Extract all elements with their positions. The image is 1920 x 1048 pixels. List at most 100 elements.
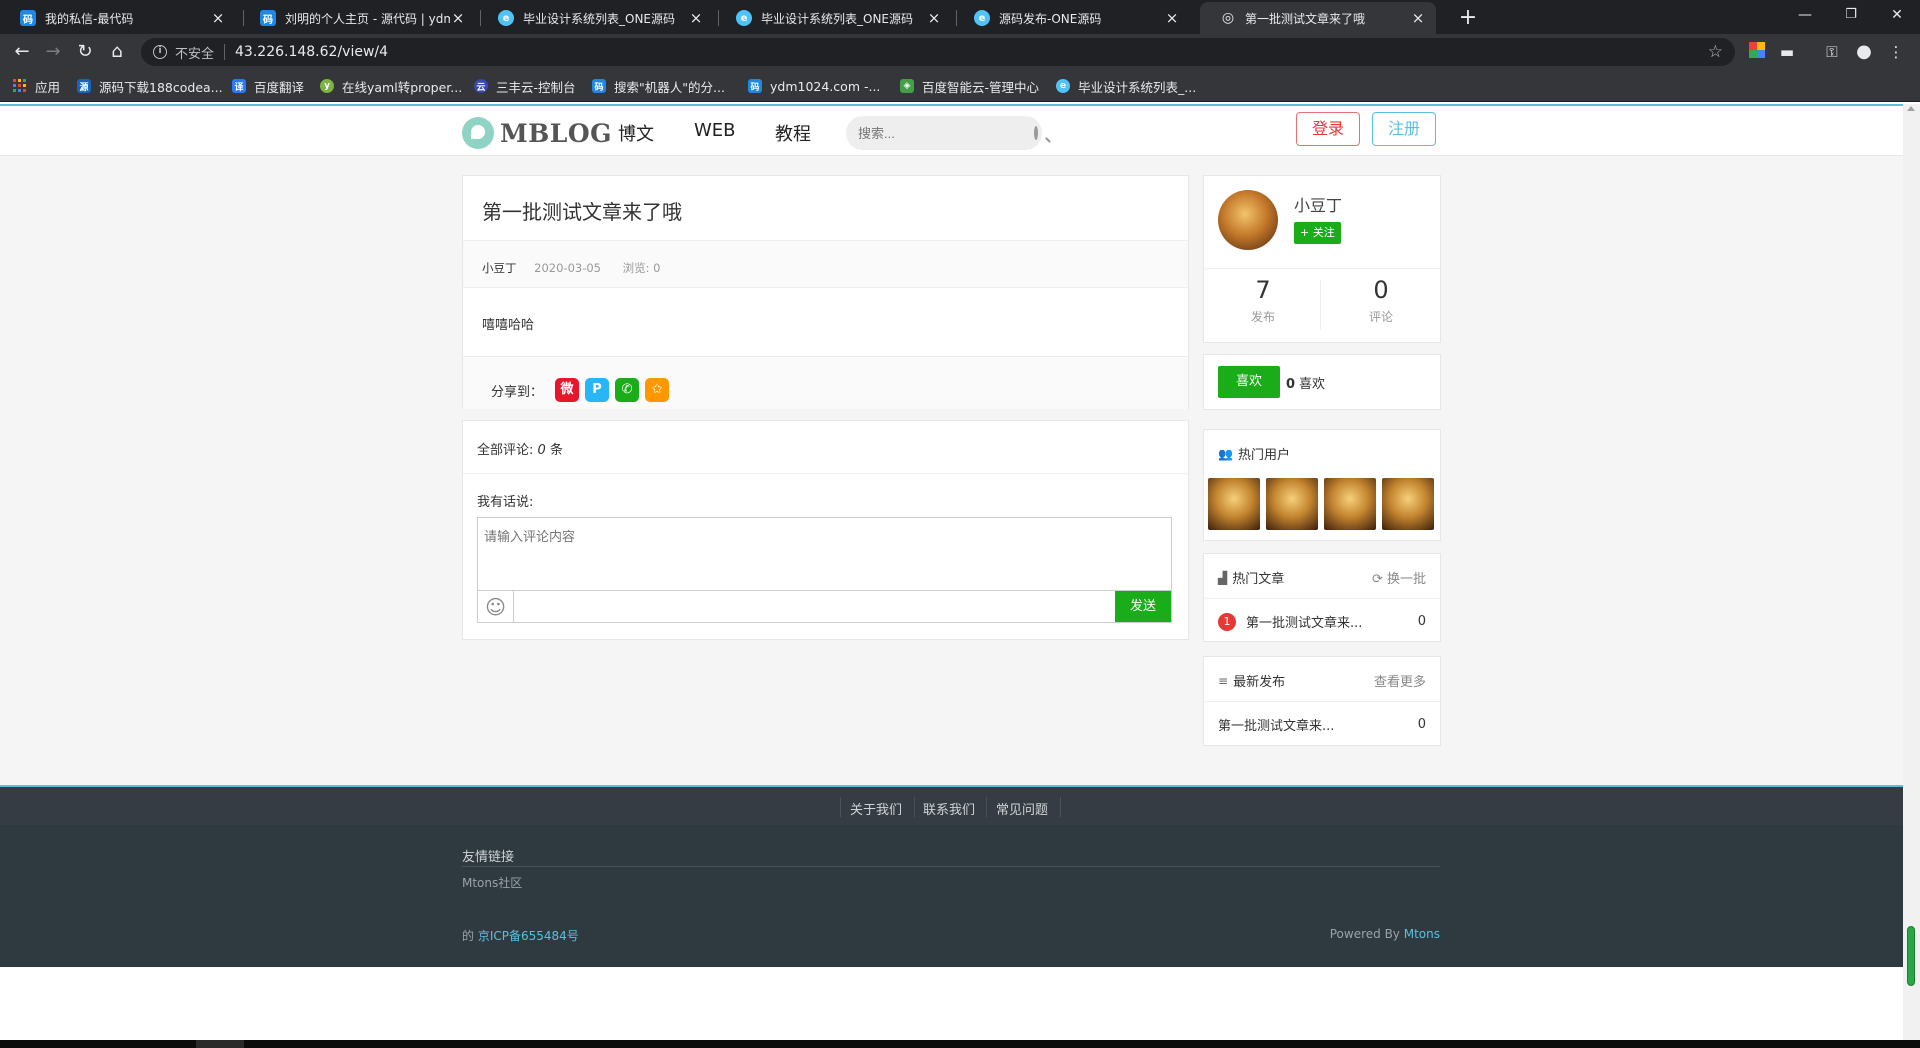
back-icon[interactable]: ← [8, 38, 36, 66]
view-more-link[interactable]: 查看更多 [1374, 671, 1426, 690]
menu-dots-icon[interactable]: ⋮ [1886, 42, 1906, 62]
restore-button[interactable]: ❐ [1828, 0, 1874, 30]
powered-link[interactable]: Mtons [1404, 927, 1440, 941]
star-icon[interactable]: ☆ [1708, 42, 1723, 62]
browser-tab[interactable]: e 毕业设计系统列表_ONE源码 × [478, 2, 714, 34]
hot-users-title: 热门用户 [1237, 448, 1290, 463]
footer-link-about[interactable]: 关于我们 [850, 799, 902, 818]
search-input[interactable] [858, 125, 1034, 141]
footer-nav: 关于我们 联系我们 常见问题 [0, 787, 1903, 825]
icp-link[interactable]: 京ICP备655484号 [478, 929, 579, 943]
bookmark-item[interactable]: 译 百度翻译 [232, 76, 304, 96]
article-title: 第一批测试文章来了哦 [482, 200, 682, 224]
avatar[interactable] [1218, 190, 1278, 250]
qzone-icon[interactable]: P [585, 378, 610, 402]
close-window-button[interactable]: ✕ [1874, 0, 1920, 30]
profile-name[interactable]: 小豆丁 [1294, 192, 1342, 216]
bookmark-item[interactable]: 码 搜索"机器人"的分... [592, 76, 725, 96]
nav-item-web[interactable]: WEB [694, 120, 736, 141]
icp-prefix: 的 [462, 929, 475, 943]
search-icon[interactable] [1034, 126, 1038, 140]
reload-icon[interactable]: ↻ [71, 38, 99, 66]
browser-tab-active[interactable]: ◎ 第一批测试文章来了哦 × [1200, 2, 1436, 34]
article-date: 2020-03-05 [534, 261, 601, 275]
icp-info: 的 京ICP备655484号 [462, 927, 579, 944]
forward-icon[interactable]: → [39, 38, 67, 66]
browser-tab[interactable]: 码 我的私信-最代码 × [0, 2, 236, 34]
browser-tab[interactable]: e 毕业设计系统列表_ONE源码 × [716, 2, 952, 34]
tab-favicon-icon: e [736, 10, 752, 26]
home-icon[interactable]: ⌂ [103, 38, 131, 66]
emoji-icon[interactable]: ☺ [478, 591, 514, 623]
browser-tab[interactable]: 码 刘明的个人主页 - 源代码 | ydm1 × [240, 2, 476, 34]
nav-item-blog[interactable]: 博文 [618, 120, 654, 146]
folder-icon[interactable]: ▬ [1777, 42, 1797, 62]
send-comment-button[interactable]: 发送 [1115, 591, 1171, 622]
latest-item-title[interactable]: 第一批测试文章来... [1218, 715, 1406, 734]
stat-comments[interactable]: 0 评论 [1322, 276, 1440, 325]
hot-user-avatar[interactable] [1208, 478, 1260, 530]
users-icon: 👥 [1218, 446, 1233, 461]
tab-close-icon[interactable]: × [450, 9, 466, 27]
url-text[interactable]: 43.226.148.62/view/4 [235, 44, 1708, 60]
bookmark-item[interactable]: 码 ydm1024.com -... [748, 76, 880, 96]
minimize-button[interactable]: — [1782, 0, 1828, 30]
divider [1204, 701, 1440, 702]
latest-item[interactable]: 第一批测试文章来... 0 [1218, 715, 1426, 734]
logo-icon [462, 117, 494, 149]
bookmark-apps[interactable]: 应用 [13, 76, 60, 96]
tab-close-icon[interactable]: × [210, 9, 226, 27]
footer-link-contact[interactable]: 联系我们 [923, 799, 975, 818]
stat-posts[interactable]: 7 发布 [1204, 276, 1322, 325]
bookmark-item[interactable]: e 毕业设计系统列表_... [1056, 76, 1196, 96]
tab-close-icon[interactable]: × [688, 9, 704, 27]
page-scrollbar[interactable] [1903, 104, 1920, 1044]
bookmark-label: 应用 [35, 79, 61, 95]
bookmark-item[interactable]: y 在线yaml转proper... [320, 76, 462, 96]
profile-icon[interactable]: ● [1854, 42, 1874, 62]
bookmark-item[interactable]: ◈ 百度智能云-管理中心 [900, 76, 1039, 96]
comment-input[interactable] [478, 518, 1171, 590]
bookmark-item[interactable]: 云 三丰云-控制台 [474, 76, 576, 96]
like-count-label: 喜欢 [1299, 377, 1326, 392]
tab-close-icon[interactable]: × [1410, 9, 1426, 27]
nav-item-tutorial[interactable]: 教程 [775, 120, 811, 146]
hot-articles-card: ▟ 热门文章 ⟳ 换一批 1 第一批测试文章来... 0 [1203, 553, 1441, 642]
browser-tab[interactable]: e 源码发布-ONE源码 × [954, 2, 1190, 34]
info-icon[interactable]: i [153, 45, 167, 59]
wechat-icon[interactable]: ✆ [615, 378, 640, 402]
article-body: 嘻嘻哈哈 [482, 318, 535, 333]
extension-color-icon[interactable] [1747, 42, 1767, 62]
taskbar-item[interactable] [196, 1040, 244, 1048]
hot-user-avatar[interactable] [1382, 478, 1434, 530]
hot-user-avatar[interactable] [1324, 478, 1376, 530]
address-bar[interactable]: i 不安全 43.226.148.62/view/4 ☆ [141, 38, 1735, 66]
footer-link-faq[interactable]: 常见问题 [996, 799, 1048, 818]
scrollbar-thumb[interactable] [1907, 926, 1915, 986]
tab-close-icon[interactable]: × [926, 9, 942, 27]
register-button[interactable]: 注册 [1372, 112, 1436, 146]
bookmark-item[interactable]: 源 源码下载188codea... [77, 76, 223, 96]
key-icon[interactable]: ⚿ [1822, 42, 1842, 62]
bookmark-favicon-icon: e [1056, 79, 1070, 93]
tab-close-icon[interactable]: × [1164, 9, 1180, 27]
like-button[interactable]: 喜欢 [1218, 366, 1280, 398]
follow-button[interactable]: + 关注 [1294, 222, 1341, 244]
login-button[interactable]: 登录 [1296, 112, 1360, 146]
hot-article-title[interactable]: 第一批测试文章来... [1246, 612, 1406, 631]
tab-title: 第一批测试文章来了哦 [1245, 11, 1366, 26]
bookmark-label: 毕业设计系统列表_... [1078, 79, 1197, 95]
logo-text: MBLOG [500, 118, 613, 148]
article-author[interactable]: 小豆丁 [482, 261, 517, 275]
weibo-icon[interactable]: 微 [555, 378, 580, 402]
favorite-star-icon[interactable]: ✩ [645, 378, 670, 402]
new-tab-button[interactable]: + [1454, 4, 1482, 32]
site-logo[interactable]: MBLOG [462, 116, 612, 150]
hot-user-avatar[interactable] [1266, 478, 1318, 530]
rank-badge: 1 [1218, 612, 1236, 631]
scroll-up-icon[interactable] [1907, 106, 1915, 111]
friend-link[interactable]: Mtons社区 [462, 874, 522, 891]
refresh-button[interactable]: ⟳ 换一批 [1372, 568, 1426, 587]
hot-article-item[interactable]: 1 第一批测试文章来... 0 [1218, 612, 1426, 631]
latest-item-count: 0 [1417, 717, 1426, 732]
